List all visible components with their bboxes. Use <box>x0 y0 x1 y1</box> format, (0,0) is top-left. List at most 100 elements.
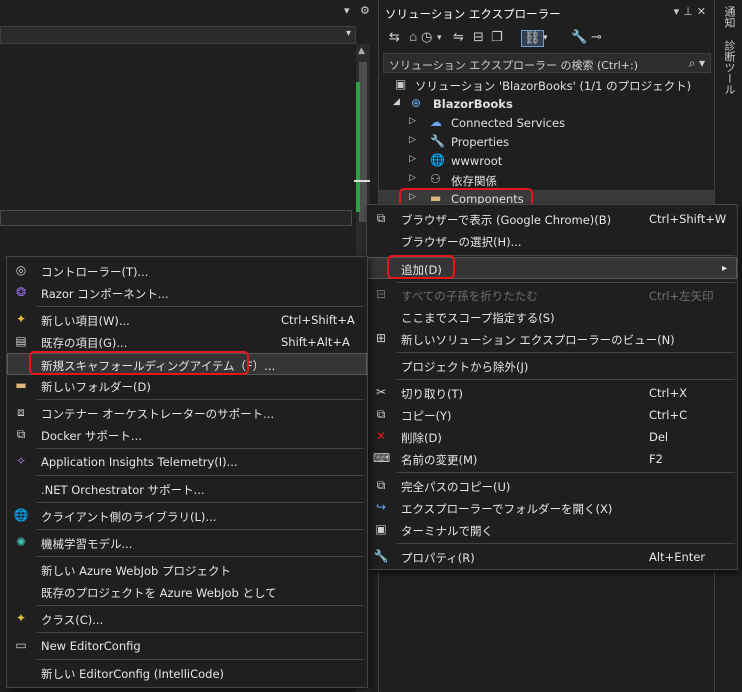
expand-arrow-icon[interactable]: ▷ <box>409 116 416 126</box>
menu-item-client-side-library[interactable]: 🌐 クライアント側のライブラリ(L)... <box>7 505 367 527</box>
menu-item-copy[interactable]: ⧉ コピー(Y) Ctrl+C <box>367 404 737 426</box>
menu-item-new-scaffolded-item[interactable]: 新規スキャフォールディングアイテム（F）... <box>7 353 367 375</box>
menu-item-delete[interactable]: ✕ 削除(D) Del <box>367 426 737 448</box>
menu-item-docker-support[interactable]: ⧉ Docker サポート... <box>7 424 367 446</box>
menu-item-label: 新しい Azure WebJob プロジェクト <box>41 564 232 578</box>
scrollbar-thumb[interactable] <box>359 62 367 222</box>
solution-explorer-search-input[interactable]: ソリューション エクスプローラー の検索 (Ctrl+:) ⌕ ▾ <box>383 53 711 73</box>
solution-explorer-toolbar: ⇆ ⌂ ◷ ▾ ⇋ ⊟ ❐ ⛓ ▾ 🔧 ⊸ <box>379 26 715 52</box>
menu-item-application-insights[interactable]: ✧ Application Insights Telemetry(I)... <box>7 451 367 473</box>
pin-icon[interactable]: ⊥ <box>683 5 697 18</box>
tree-item-wwwroot[interactable]: ▷ 🌐 wwwroot <box>379 152 715 171</box>
switch-views-icon[interactable]: ⇋ <box>453 30 464 45</box>
chevron-down-icon[interactable]: ▾ <box>344 4 350 17</box>
home-icon: ⌂ <box>409 30 418 45</box>
menu-item-ml-model[interactable]: ✺ 機械学習モデル... <box>7 532 367 554</box>
dependencies-icon: ⚇ <box>430 172 441 186</box>
side-tab-diagnostics[interactable]: 診断ツール <box>721 40 737 95</box>
menu-separator <box>37 632 363 633</box>
menu-item-label: クラス(C)... <box>41 613 104 627</box>
menu-item-open-folder-in-explorer[interactable]: ↪ エクスプローラーでフォルダーを開く(X) <box>367 497 737 519</box>
tree-item-properties[interactable]: ▷ 🔧 Properties <box>379 133 715 152</box>
change-indicator <box>356 82 360 212</box>
menu-item-razor-component[interactable]: ❂ Razor コンポーネント... <box>7 282 367 304</box>
editor-horizontal-bar[interactable] <box>0 210 352 226</box>
menu-item-existing-as-webjob[interactable]: 既存のプロジェクトを Azure WebJob として <box>7 581 367 603</box>
chevron-down-icon[interactable]: ▾ <box>543 33 548 43</box>
expand-arrow-icon[interactable]: ▷ <box>409 173 416 183</box>
menu-item-new-editorconfig-intellicode[interactable]: 新しい EditorConfig (IntelliCode) <box>7 662 367 684</box>
menu-item-rename[interactable]: ⌨ 名前の変更(M) F2 <box>367 448 737 470</box>
menu-item-new-item[interactable]: ✦ 新しい項目(W)... Ctrl+Shift+A <box>7 309 367 331</box>
menu-item-new-azure-webjob[interactable]: 新しい Azure WebJob プロジェクト <box>7 559 367 581</box>
menu-item-label: 名前の変更(M) <box>401 453 478 467</box>
razor-icon: ❂ <box>15 285 27 299</box>
menu-item-cut[interactable]: ✂ 切り取り(T) Ctrl+X <box>367 382 737 404</box>
scroll-up-icon[interactable]: ▲ <box>358 46 365 56</box>
tree-item-dependencies[interactable]: ▷ ⚇ 依存関係 <box>379 171 715 190</box>
side-tab-notifications[interactable]: 通知 <box>721 6 737 28</box>
menu-item-shortcut: Ctrl+C <box>649 408 688 422</box>
terminal-icon: ▣ <box>375 522 387 536</box>
menu-item-properties[interactable]: 🔧 プロパティ(R) Alt+Enter <box>367 546 737 568</box>
menu-item-label: 追加(D) <box>401 263 442 277</box>
search-icon[interactable]: ⌕ ▾ <box>688 56 705 71</box>
chevron-down-icon[interactable]: ▾ <box>346 28 351 39</box>
menu-item-existing-item[interactable]: ▤ 既存の項目(G)... Shift+Alt+A <box>7 331 367 353</box>
menu-item-label: 新しいソリューション エクスプローラーのビュー(N) <box>401 333 675 347</box>
gear-icon[interactable]: ⚙ <box>360 4 370 17</box>
tree-item-connected-services[interactable]: ▷ ☁ Connected Services <box>379 114 715 133</box>
menu-item-new-explorer-view[interactable]: ⊞ 新しいソリューション エクスプローラーのビュー(N) <box>367 328 737 350</box>
expand-arrow-icon[interactable]: ▷ <box>409 135 416 145</box>
menu-separator <box>37 605 363 606</box>
ml-model-icon: ✺ <box>15 535 27 549</box>
menu-item-new-folder[interactable]: ▬ 新しいフォルダー(D) <box>7 375 367 397</box>
close-icon[interactable]: ✕ <box>697 5 710 18</box>
collapse-icon[interactable]: ⊟ <box>473 30 484 45</box>
controller-icon: ◎ <box>15 263 27 277</box>
menu-item-container-orchestrator[interactable]: ⧈ コンテナー オーケストレーターのサポート... <box>7 402 367 424</box>
menu-item-dotnet-orchestrator[interactable]: .NET Orchestrator サポート... <box>7 478 367 500</box>
expand-arrow-icon[interactable]: ▷ <box>409 192 416 202</box>
menu-separator <box>397 255 735 256</box>
menu-item-label: Application Insights Telemetry(I)... <box>41 455 238 469</box>
menu-item-label: 新しいフォルダー(D) <box>41 380 151 394</box>
sync-icon[interactable]: ⇆ <box>389 30 400 45</box>
wrench-icon[interactable]: 🔧 <box>571 30 587 45</box>
preview-icon[interactable]: ⊸ <box>591 30 602 45</box>
menu-item-add[interactable]: 追加(D) ▸ <box>367 257 737 279</box>
menu-item-collapse-all[interactable]: ⊟ すべての子孫を折りたたむ Ctrl+左矢印 <box>367 284 737 306</box>
chevron-down-icon[interactable]: ▾ <box>437 33 442 43</box>
existing-item-icon: ▤ <box>15 334 27 348</box>
expand-arrow-icon[interactable]: ▷ <box>409 154 416 164</box>
menu-item-copy-full-path[interactable]: ⧉ 完全パスのコピー(U) <box>367 475 737 497</box>
menu-item-label: すべての子孫を折りたたむ <box>401 289 538 303</box>
menu-item-open-in-terminal[interactable]: ▣ ターミナルで開く <box>367 519 737 541</box>
submenu-arrow-icon: ▸ <box>722 263 728 274</box>
menu-separator <box>37 556 363 557</box>
menu-item-label: 新しい項目(W)... <box>41 314 130 328</box>
menu-separator <box>37 399 363 400</box>
tree-item-solution[interactable]: ▣ ソリューション 'BlazorBooks' (1/1 のプロジェクト) <box>379 76 715 95</box>
menu-item-shortcut: Shift+Alt+A <box>281 335 350 349</box>
menu-separator <box>397 543 735 544</box>
menu-item-exclude-from-project[interactable]: プロジェクトから除外(J) <box>367 355 737 377</box>
chevron-down-icon[interactable]: ▾ <box>674 5 684 18</box>
menu-item-new-editorconfig[interactable]: ▭ New EditorConfig <box>7 635 367 657</box>
menu-item-view-in-browser[interactable]: ⧉ ブラウザーで表示 (Google Chrome)(B) Ctrl+Shift… <box>367 208 737 230</box>
expanded-arrow-icon[interactable]: ◢ <box>393 97 400 107</box>
filter-icon[interactable]: ⛓ <box>521 30 544 47</box>
tree-item-label: Connected Services <box>451 116 566 130</box>
menu-item-shortcut: Alt+Enter <box>649 550 706 564</box>
browser-view-icon: ⧉ <box>376 211 386 225</box>
history-icon[interactable]: ◷ <box>421 30 432 45</box>
tree-item-project[interactable]: ◢ ⊕ BlazorBooks <box>379 95 715 114</box>
menu-item-controller[interactable]: ◎ コントローラー(T)... <box>7 260 367 282</box>
menu-item-scope-to-this[interactable]: ここまでスコープ指定する(S) <box>367 306 737 328</box>
show-all-files-icon[interactable]: ❐ <box>491 30 503 45</box>
globe-icon: 🌐 <box>430 153 445 167</box>
menu-item-browse-with[interactable]: ブラウザーの選択(H)... <box>367 230 737 252</box>
editor-tab-bar: ▾ ⚙ <box>0 0 378 24</box>
menu-item-class[interactable]: ✦ クラス(C)... <box>7 608 367 630</box>
editor-navigation-bar[interactable]: ▾ <box>0 26 356 44</box>
